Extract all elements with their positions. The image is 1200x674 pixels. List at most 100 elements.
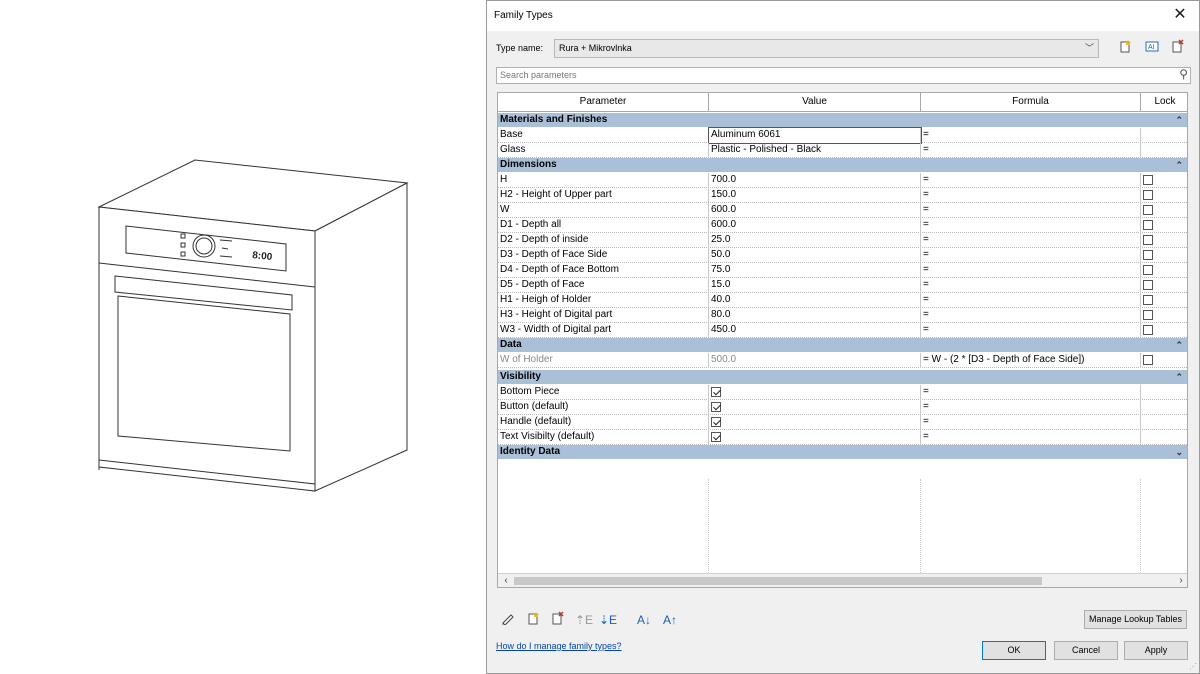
lock-cell[interactable] — [1141, 188, 1187, 203]
parameter-name[interactable]: Handle (default) — [498, 415, 709, 430]
parameter-formula[interactable]: = — [921, 323, 1141, 338]
lock-checkbox[interactable] — [1143, 250, 1153, 260]
ok-button[interactable]: OK — [982, 641, 1046, 660]
lock-cell[interactable] — [1141, 173, 1187, 188]
parameter-formula[interactable]: = — [921, 278, 1141, 293]
parameter-formula[interactable]: = W - (2 * [D3 - Depth of Face Side]) — [921, 353, 1141, 368]
parameter-name[interactable]: H — [498, 173, 709, 188]
value-checkbox-cell[interactable] — [709, 430, 921, 445]
group-header[interactable]: Materials and Finishes ⌃ — [498, 113, 1187, 127]
new-type-icon[interactable] — [1117, 39, 1135, 57]
lock-cell[interactable] — [1141, 430, 1187, 445]
parameter-value[interactable]: 450.0 — [709, 323, 921, 338]
resize-grip-icon[interactable]: ⋰ — [1189, 662, 1197, 671]
parameter-name[interactable]: H1 - Heigh of Holder — [498, 293, 709, 308]
lock-checkbox[interactable] — [1143, 205, 1153, 215]
parameter-formula[interactable]: = — [921, 415, 1141, 430]
scrollbar-thumb[interactable] — [514, 577, 1042, 585]
parameter-name[interactable]: Text Visibilty (default) — [498, 430, 709, 445]
group-header[interactable]: Dimensions ⌃ — [498, 158, 1187, 172]
collapse-icon[interactable]: ⌃ — [1175, 338, 1183, 352]
table-row[interactable]: Text Visibilty (default) = — [498, 430, 1187, 445]
cancel-button[interactable]: Cancel — [1054, 641, 1118, 660]
parameter-formula[interactable]: = — [921, 188, 1141, 203]
lock-checkbox[interactable] — [1143, 190, 1153, 200]
horizontal-scrollbar[interactable]: ‹ › — [498, 573, 1187, 587]
column-header-value[interactable]: Value — [709, 93, 921, 112]
lock-cell[interactable] — [1141, 248, 1187, 263]
parameter-formula[interactable]: = — [921, 308, 1141, 323]
parameter-formula[interactable]: = — [921, 293, 1141, 308]
parameter-formula[interactable]: = — [921, 233, 1141, 248]
manage-lookup-tables-button[interactable]: Manage Lookup Tables — [1084, 610, 1187, 629]
lock-cell[interactable] — [1141, 218, 1187, 233]
sort-descending-icon[interactable]: A↑ — [661, 611, 679, 629]
table-row[interactable]: W3 - Width of Digital part 450.0 = — [498, 323, 1187, 338]
lock-checkbox[interactable] — [1143, 295, 1153, 305]
table-row[interactable]: D3 - Depth of Face Side 50.0 = — [498, 248, 1187, 263]
table-row[interactable]: Glass Plastic - Polished - Black = — [498, 143, 1187, 158]
group-header[interactable]: Visibility ⌃ — [498, 370, 1187, 384]
value-checkbox-cell[interactable] — [709, 415, 921, 430]
move-up-icon[interactable]: ⇡E — [575, 611, 593, 629]
parameter-value[interactable]: 600.0 — [709, 218, 921, 233]
value-checkbox[interactable] — [711, 417, 721, 427]
lock-cell[interactable] — [1141, 385, 1187, 400]
parameter-value[interactable]: 15.0 — [709, 278, 921, 293]
lock-checkbox[interactable] — [1143, 280, 1153, 290]
parameter-formula[interactable]: = — [921, 218, 1141, 233]
parameter-name[interactable]: W of Holder — [498, 353, 709, 368]
collapse-icon[interactable]: ⌃ — [1175, 158, 1183, 172]
lock-cell[interactable] — [1141, 400, 1187, 415]
parameter-name[interactable]: D4 - Depth of Face Bottom — [498, 263, 709, 278]
parameter-formula[interactable]: = — [921, 203, 1141, 218]
search-input[interactable]: Search parameters ⚲ — [496, 67, 1191, 84]
table-row[interactable]: Handle (default) = — [498, 415, 1187, 430]
table-row[interactable]: W of Holder 500.0 = W - (2 * [D3 - Depth o… — [498, 353, 1187, 368]
parameter-formula[interactable]: = — [921, 248, 1141, 263]
table-row[interactable]: D4 - Depth of Face Bottom 75.0 = — [498, 263, 1187, 278]
parameter-name[interactable]: Glass — [498, 143, 709, 158]
parameter-value[interactable]: Plastic - Polished - Black — [709, 143, 921, 158]
scroll-left-icon[interactable]: ‹ — [500, 574, 512, 587]
parameter-formula[interactable]: = — [921, 430, 1141, 445]
close-icon[interactable]: ✕ — [1169, 4, 1191, 26]
delete-parameter-icon[interactable] — [549, 611, 567, 629]
parameter-name[interactable]: H3 - Height of Digital part — [498, 308, 709, 323]
parameter-value[interactable]: 25.0 — [709, 233, 921, 248]
new-parameter-icon[interactable] — [525, 611, 543, 629]
apply-button[interactable]: Apply — [1124, 641, 1188, 660]
lock-cell[interactable] — [1141, 263, 1187, 278]
group-header[interactable]: Data ⌃ — [498, 338, 1187, 352]
edit-parameter-icon[interactable] — [499, 611, 517, 629]
parameter-name[interactable]: D5 - Depth of Face — [498, 278, 709, 293]
table-row[interactable]: Button (default) = — [498, 400, 1187, 415]
parameter-value[interactable]: 700.0 — [709, 173, 921, 188]
expand-icon[interactable]: ⌄ — [1175, 445, 1183, 459]
lock-cell[interactable] — [1141, 128, 1187, 143]
rename-type-icon[interactable]: AI — [1143, 39, 1161, 57]
value-checkbox[interactable] — [711, 432, 721, 442]
parameter-name[interactable]: H2 - Height of Upper part — [498, 188, 709, 203]
move-down-icon[interactable]: ⇣E — [599, 611, 617, 629]
lock-cell[interactable] — [1141, 353, 1187, 368]
collapse-icon[interactable]: ⌃ — [1175, 370, 1183, 384]
parameter-name[interactable]: Bottom Piece — [498, 385, 709, 400]
parameter-name[interactable]: D1 - Depth all — [498, 218, 709, 233]
parameter-formula[interactable]: = — [921, 128, 1141, 143]
sort-ascending-icon[interactable]: A↓ — [635, 611, 653, 629]
lock-checkbox[interactable] — [1143, 235, 1153, 245]
column-header-lock[interactable]: Lock — [1141, 93, 1187, 112]
group-header[interactable]: Identity Data ⌄ — [498, 445, 1187, 459]
delete-type-icon[interactable] — [1169, 39, 1187, 57]
help-link[interactable]: How do I manage family types? — [496, 641, 622, 651]
parameter-value[interactable]: 50.0 — [709, 248, 921, 263]
table-row[interactable]: D1 - Depth all 600.0 = — [498, 218, 1187, 233]
table-row[interactable]: H3 - Height of Digital part 80.0 = — [498, 308, 1187, 323]
table-row[interactable]: Base Aluminum 6061 = — [498, 127, 1187, 144]
table-row[interactable]: Bottom Piece = — [498, 385, 1187, 400]
search-icon[interactable]: ⚲ — [1179, 67, 1188, 82]
table-row[interactable]: H 700.0 = — [498, 173, 1187, 188]
value-checkbox-cell[interactable] — [709, 400, 921, 415]
parameter-formula[interactable]: = — [921, 173, 1141, 188]
